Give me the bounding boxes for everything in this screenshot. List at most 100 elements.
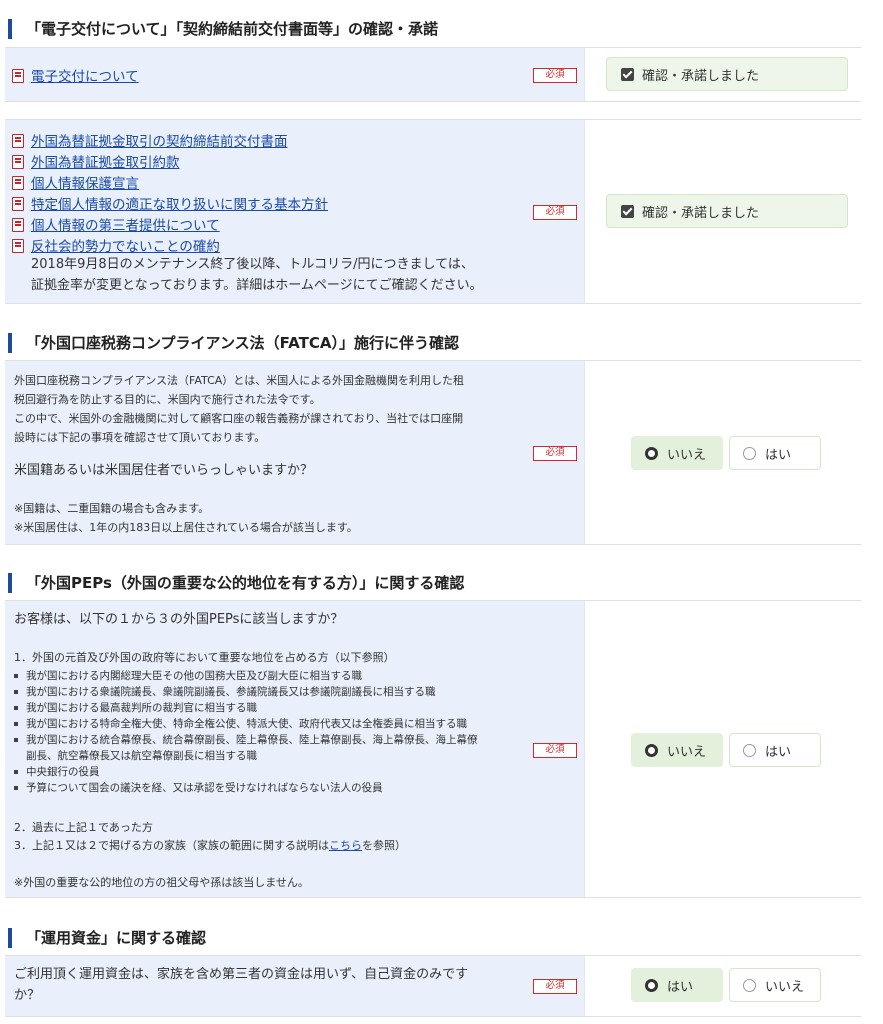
doc-link-row: 外国為替証拠金取引約款 <box>11 150 328 171</box>
radio-option-yes[interactable]: はい <box>729 733 821 767</box>
link-privacy-declaration[interactable]: 個人情報保護宣言 <box>31 172 139 192</box>
pdf-icon <box>11 133 24 148</box>
section-title-fatca: 「外国口座税務コンプライアンス法（FATCA）」施行に伴う確認 <box>8 333 459 353</box>
fatca-desc-line2: 税回避行為を防止する目的に、米国内で施行された法令です。 <box>14 393 321 406</box>
link-electronic-delivery[interactable]: 電子交付について <box>31 65 139 85</box>
fatca-desc-line3: この中で、米国外の金融機関に対して顧客口座の報告義務が課されており、当社では口座… <box>14 412 464 425</box>
fatca-desc-line4: 設時には下記の事項を確認させて頂いております。 <box>14 431 266 444</box>
radio-label: いいえ <box>667 447 707 463</box>
list-item: 予算について国会の議決を経、又は承認を受けなければならない法人の役員 <box>14 780 478 796</box>
radio-unselected-icon <box>743 446 756 460</box>
doc-link-row: 個人情報保護宣言 <box>11 171 328 192</box>
doc-link-row: 特定個人情報の適正な取り扱いに関する基本方針 <box>11 192 328 213</box>
radio-unselected-icon <box>743 978 756 992</box>
required-badge: 必須 <box>533 743 577 758</box>
funds-question-line2: か？ <box>14 988 41 1003</box>
row-right: 確認・承諾しました <box>585 120 861 303</box>
pdf-icon <box>11 175 24 190</box>
document-link-list: 外国為替証拠金取引の契約締結前交付書面 外国為替証拠金取引約款 個人情報保護宣言… <box>11 129 328 255</box>
pdf-icon <box>11 196 24 211</box>
required-badge: 必須 <box>533 205 577 220</box>
row-left: お客様は、以下の１から３の外国PEPsに該当しますか？ 1．外国の元首及び外国の… <box>5 601 585 897</box>
link-trading-terms[interactable]: 外国為替証拠金取引約款 <box>31 151 180 171</box>
radio-unselected-icon <box>743 743 756 757</box>
row-left: 外国口座税務コンプライアンス法（FATCA）とは、米国人による外国金融機関を利用… <box>5 361 585 544</box>
doc-link-row: 個人情報の第三者提供について <box>11 213 328 234</box>
fatca-radio-group: いいえ はい <box>631 436 821 470</box>
confirm-label: 確認・承諾しました <box>642 68 760 84</box>
row-left: ご利用頂く運用資金は、家族を含め第三者の資金は用いず、自己資金のみです か？ 必… <box>5 956 585 1016</box>
radio-label: はい <box>667 979 694 995</box>
required-badge: 必須 <box>533 68 577 83</box>
list-item: 我が国における最高裁判所の裁判官に相当する職 <box>14 700 478 716</box>
row-pre-contract-documents: 外国為替証拠金取引の契約締結前交付書面 外国為替証拠金取引約款 個人情報保護宣言… <box>5 119 861 304</box>
peps-note: ※外国の重要な公的地位の方の祖父母や孫は該当しません。 <box>14 876 309 889</box>
checkbox-checked-icon <box>621 67 634 81</box>
peps-item-1: 1．外国の元首及び外国の政府等において重要な地位を占める方（以下参照） <box>14 651 395 664</box>
required-badge: 必須 <box>533 446 577 461</box>
list-item: 中央銀行の役員 <box>14 764 478 780</box>
list-item: 我が国における統合幕僚長、統合幕僚副長、陸上幕僚長、陸上幕僚副長、海上幕僚長、海… <box>14 732 478 748</box>
list-item: 我が国における衆議院議長、衆議院副議長、参議院議長又は参議院副議長に相当する職 <box>14 684 478 700</box>
peps-item-3: 3．上記１又は２で掲げる方の家族（家族の範囲に関する説明はこちらを参照） <box>14 836 406 855</box>
fatca-question: 米国籍あるいは米国居住者でいらっしゃいますか？ <box>14 463 314 478</box>
confirm-label: 確認・承諾しました <box>642 205 760 221</box>
link-anti-social-forces[interactable]: 反社会的勢力でないことの確約 <box>31 235 220 255</box>
doc-link-row: 電子交付について <box>11 64 139 85</box>
confirm-checkbox-electronic-delivery[interactable]: 確認・承諾しました <box>606 57 848 91</box>
link-pre-contract-document[interactable]: 外国為替証拠金取引の契約締結前交付書面 <box>31 130 288 150</box>
list-item: 我が国における内閣総理大臣その他の国務大臣及び副大臣に相当する職 <box>14 668 478 684</box>
pdf-icon <box>11 154 24 169</box>
section-title-electronic-delivery: 「電子交付について」「契約締結前交付書面等」の確認・承諾 <box>8 19 438 39</box>
peps-item-3-suffix: を参照） <box>362 839 406 852</box>
required-badge: 必須 <box>533 979 577 994</box>
link-specific-personal-info-policy[interactable]: 特定個人情報の適正な取り扱いに関する基本方針 <box>31 193 328 213</box>
row-fatca: 外国口座税務コンプライアンス法（FATCA）とは、米国人による外国金融機関を利用… <box>5 360 861 545</box>
radio-option-no[interactable]: いいえ <box>631 733 723 767</box>
link-family-scope[interactable]: こちら <box>329 839 362 852</box>
peps-item-2: 2．過去に上記１であった方 <box>14 821 153 834</box>
radio-label: いいえ <box>667 744 707 760</box>
fatca-desc-line1: 外国口座税務コンプライアンス法（FATCA）とは、米国人による外国金融機関を利用… <box>14 374 464 387</box>
radio-label: はい <box>765 447 792 463</box>
section-title-peps: 「外国PEPs（外国の重要な公的地位を有する方）」に関する確認 <box>8 573 464 593</box>
row-electronic-delivery: 電子交付について 必須 確認・承諾しました <box>5 47 861 102</box>
pdf-icon <box>11 68 24 83</box>
funds-radio-group: はい いいえ <box>631 968 821 1002</box>
funds-question-line1: ご利用頂く運用資金は、家族を含め第三者の資金は用いず、自己資金のみです <box>14 967 469 982</box>
row-investment-funds: ご利用頂く運用資金は、家族を含め第三者の資金は用いず、自己資金のみです か？ 必… <box>5 955 861 1017</box>
radio-selected-icon <box>645 743 658 757</box>
fatca-note-residency: ※米国居住は、1年の内183日以上居住されている場合が該当します。 <box>14 521 358 534</box>
list-item-continuation: 副長、航空幕僚長又は航空幕僚副長に相当する職 <box>26 750 257 762</box>
radio-selected-icon <box>645 446 658 460</box>
pdf-icon <box>11 217 24 232</box>
section-title-investment-funds: 「運用資金」に関する確認 <box>8 928 206 948</box>
doc-link-row: 反社会的勢力でないことの確約 <box>11 234 328 255</box>
row-right: はい いいえ <box>585 956 861 1016</box>
radio-option-no[interactable]: いいえ <box>729 968 821 1002</box>
row-right: 確認・承諾しました <box>585 48 861 101</box>
radio-label: いいえ <box>765 979 805 995</box>
peps-radio-group: いいえ はい <box>631 733 821 767</box>
pdf-icon <box>11 238 24 253</box>
row-right: いいえ はい <box>585 601 861 897</box>
row-right: いいえ はい <box>585 361 861 544</box>
notice-text-line2: 証拠金率が変更となっております。詳細はホームページにてご確認ください。 <box>31 278 483 293</box>
peps-position-list: 我が国における内閣総理大臣その他の国務大臣及び副大臣に相当する職 我が国における… <box>14 668 478 796</box>
doc-link-row: 外国為替証拠金取引の契約締結前交付書面 <box>11 129 328 150</box>
fatca-note-nationality: ※国籍は、二重国籍の場合も含みます。 <box>14 502 210 515</box>
confirm-checkbox-pre-contract[interactable]: 確認・承諾しました <box>606 194 848 228</box>
radio-label: はい <box>765 744 792 760</box>
radio-option-yes[interactable]: はい <box>631 968 723 1002</box>
radio-option-no[interactable]: いいえ <box>631 436 723 470</box>
list-item: 我が国における特命全権大使、特命全権公使、特派大使、政府代表又は全権委員に相当す… <box>14 716 478 732</box>
radio-option-yes[interactable]: はい <box>729 436 821 470</box>
row-left: 外国為替証拠金取引の契約締結前交付書面 外国為替証拠金取引約款 個人情報保護宣言… <box>5 120 585 303</box>
link-third-party-provision[interactable]: 個人情報の第三者提供について <box>31 214 220 234</box>
checkbox-checked-icon <box>621 204 634 218</box>
radio-selected-icon <box>645 978 658 992</box>
peps-question: お客様は、以下の１から３の外国PEPsに該当しますか？ <box>14 612 344 627</box>
peps-item-3-text: 3．上記１又は２で掲げる方の家族（家族の範囲に関する説明は <box>14 839 329 852</box>
notice-text-line1: 2018年9月8日のメンテナンス終了後以降、トルコリラ/円につきましては、 <box>31 257 474 272</box>
row-left: 電子交付について 必須 <box>5 48 585 101</box>
